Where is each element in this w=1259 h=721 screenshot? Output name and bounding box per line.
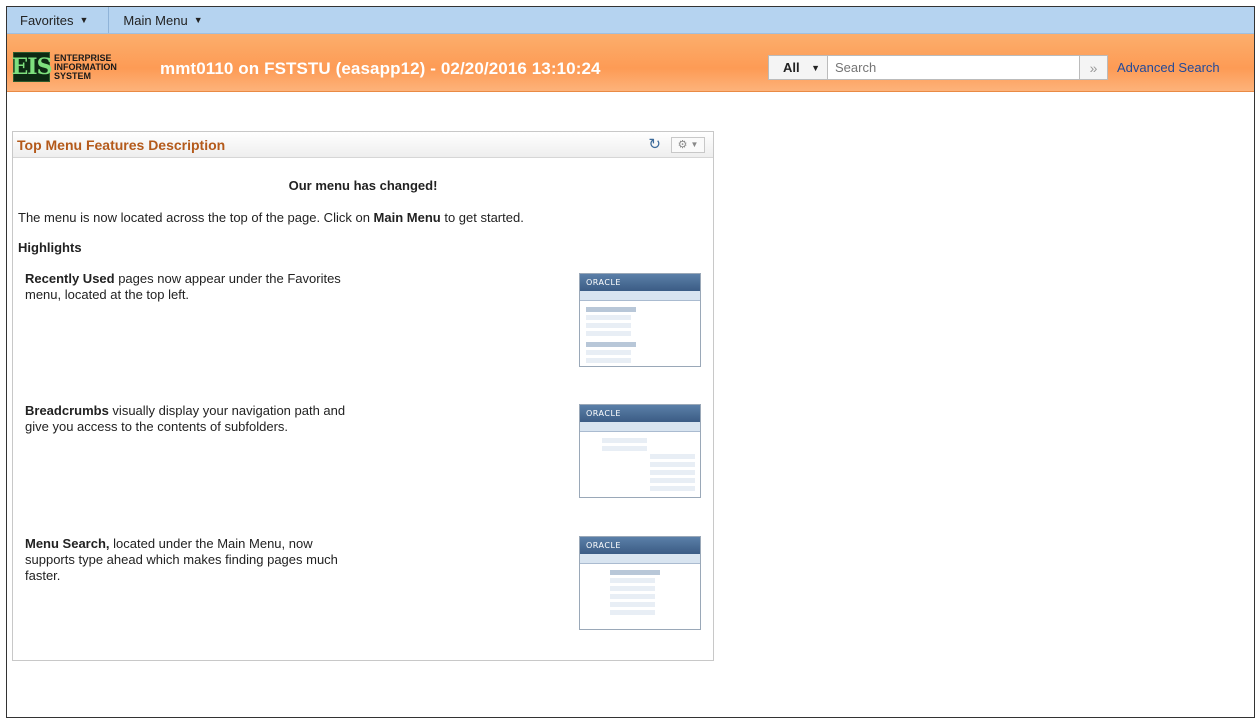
refresh-icon[interactable]: ↻	[648, 137, 661, 152]
feature-breadcrumbs: Breadcrumbs visually display your naviga…	[25, 403, 346, 434]
logo-mark: EIS	[11, 52, 52, 82]
search-go-button[interactable]: »	[1080, 55, 1108, 80]
pagelet-heading: Our menu has changed!	[288, 178, 438, 193]
chevron-down-icon: ▼	[193, 15, 203, 25]
pagelet-options-button[interactable]: ⚙ ▼	[671, 136, 705, 153]
browser-content: Favorites ▼ Main Menu ▼ EIS ENTERPRISE I…	[6, 6, 1255, 718]
chevron-down-icon: ▼	[79, 15, 89, 25]
favorites-menu-label: Favorites	[20, 12, 74, 28]
pagelet-header: Top Menu Features Description ↻ ⚙ ▼	[13, 132, 713, 158]
pagelet-title: Top Menu Features Description	[17, 136, 226, 153]
pagelet-body: Our menu has changed! The menu is now lo…	[13, 158, 713, 661]
eis-logo: EIS ENTERPRISE INFORMATION SYSTEM	[11, 52, 117, 82]
top-menu-features-pagelet: Top Menu Features Description ↻ ⚙ ▼ Our …	[12, 131, 714, 661]
session-info: mmt0110 on FSTSTU (easapp12) - 02/20/201…	[160, 59, 601, 78]
pagelet-tools: ↻ ⚙ ▼	[648, 136, 705, 153]
gear-icon: ⚙	[677, 139, 688, 151]
intro-main-menu: Main Menu	[373, 210, 441, 225]
breadcrumbs-screenshot: ORACLE	[579, 404, 701, 498]
feature-recently-used: Recently Used pages now appear under the…	[25, 271, 341, 302]
highlights-heading: Highlights	[18, 240, 82, 255]
recently-used-screenshot: ORACLE	[579, 273, 701, 367]
pagelet-intro: The menu is now located across the top o…	[18, 210, 524, 225]
search-input[interactable]	[828, 55, 1080, 80]
top-nav-bar: Favorites ▼ Main Menu ▼	[7, 7, 1254, 34]
search-category-value: All	[783, 60, 800, 75]
double-chevron-right-icon: »	[1089, 59, 1098, 76]
chevron-down-icon: ▼	[811, 62, 820, 73]
search-category-select[interactable]: All ▼	[768, 55, 828, 80]
logo-wordmark: ENTERPRISE INFORMATION SYSTEM	[54, 52, 117, 81]
menu-search-screenshot: ORACLE	[579, 536, 701, 630]
search-bar: All ▼ » Advanced Search	[768, 55, 1220, 80]
main-menu-label: Main Menu	[123, 12, 188, 28]
chevron-down-icon: ▼	[690, 140, 699, 149]
header-banner: EIS ENTERPRISE INFORMATION SYSTEM mmt011…	[7, 34, 1254, 92]
feature-menu-search: Menu Search, located under the Main Menu…	[25, 536, 338, 583]
advanced-search-link[interactable]: Advanced Search	[1117, 60, 1220, 75]
main-menu[interactable]: Main Menu ▼	[109, 7, 216, 33]
favorites-menu[interactable]: Favorites ▼	[7, 7, 110, 33]
